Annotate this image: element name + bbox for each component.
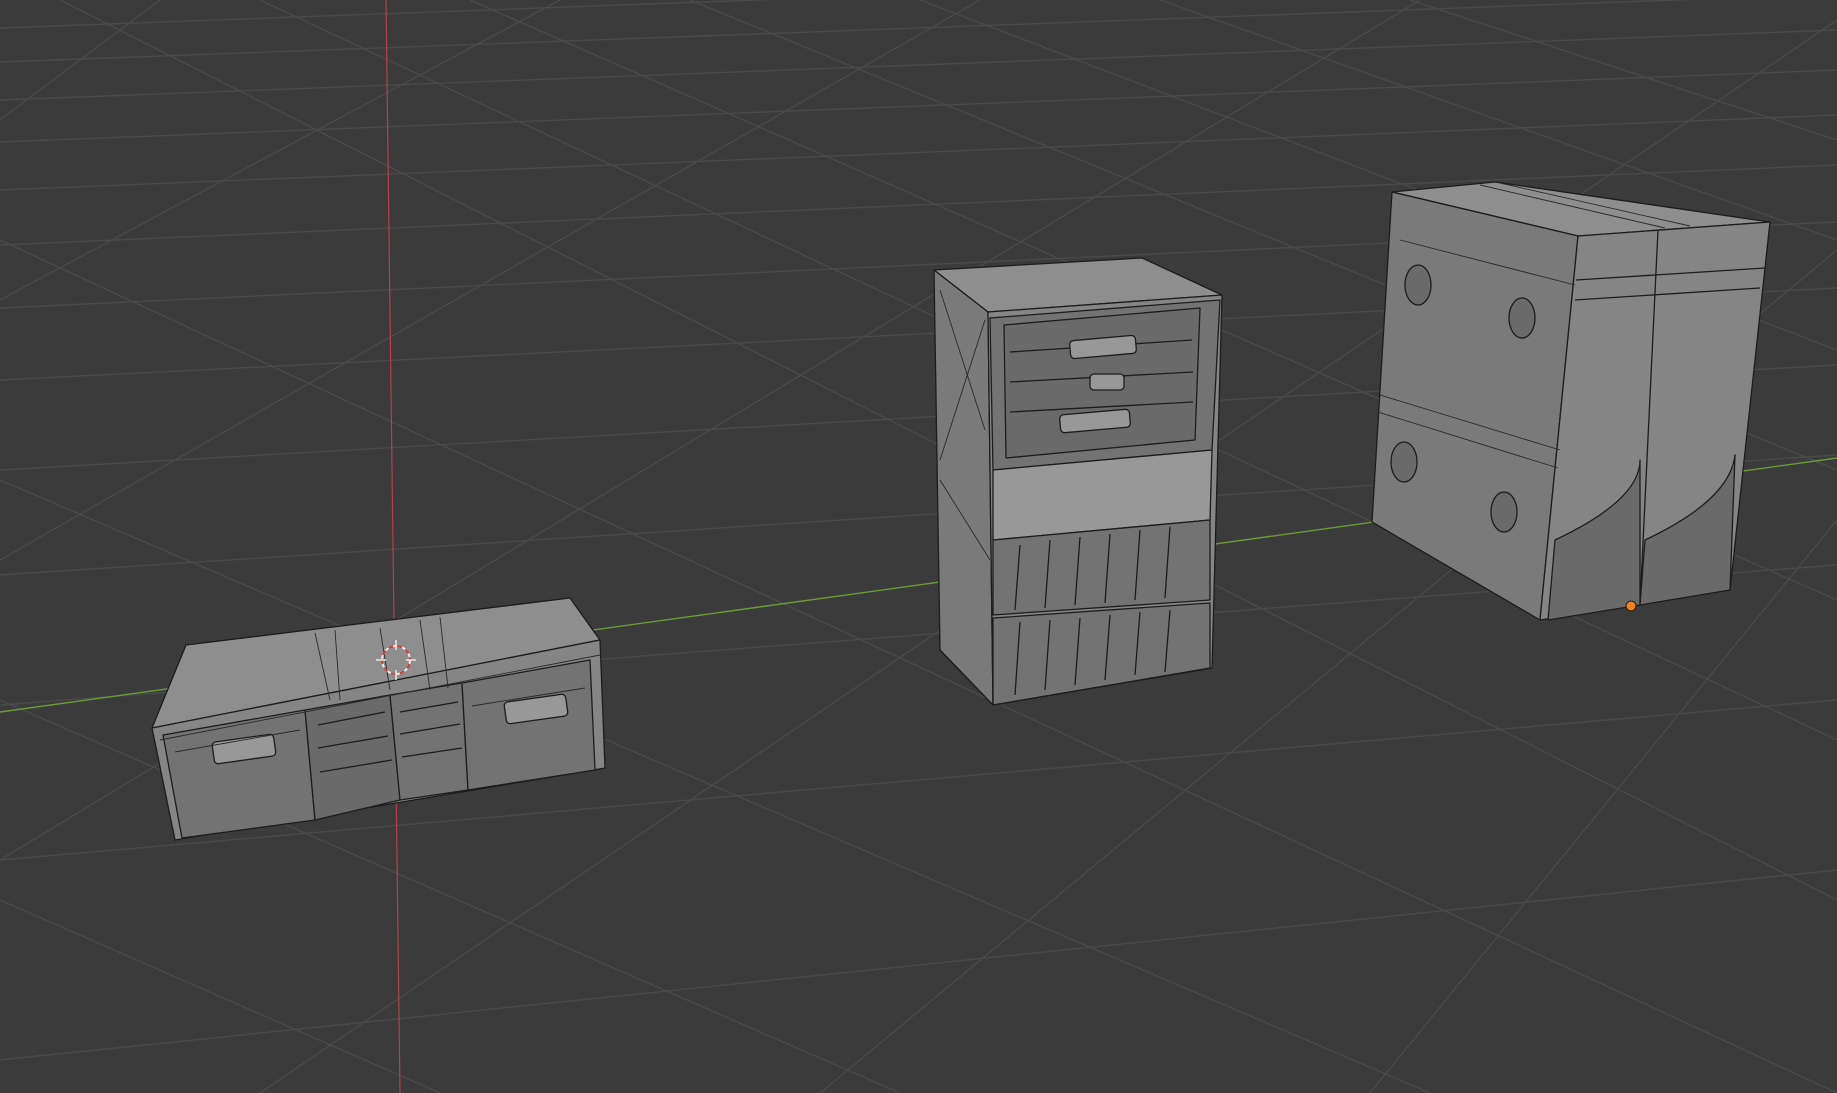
wide-cabinet-mesh[interactable] [151,597,606,841]
object-origin-icon[interactable] [1625,600,1637,612]
z-axis-line [385,0,401,1093]
3d-viewport[interactable] [0,0,1837,1093]
box-cabinet-mesh[interactable] [1371,181,1771,621]
tall-cabinet-mesh[interactable] [933,257,1223,706]
viewport-canvas[interactable] [0,0,1837,1093]
